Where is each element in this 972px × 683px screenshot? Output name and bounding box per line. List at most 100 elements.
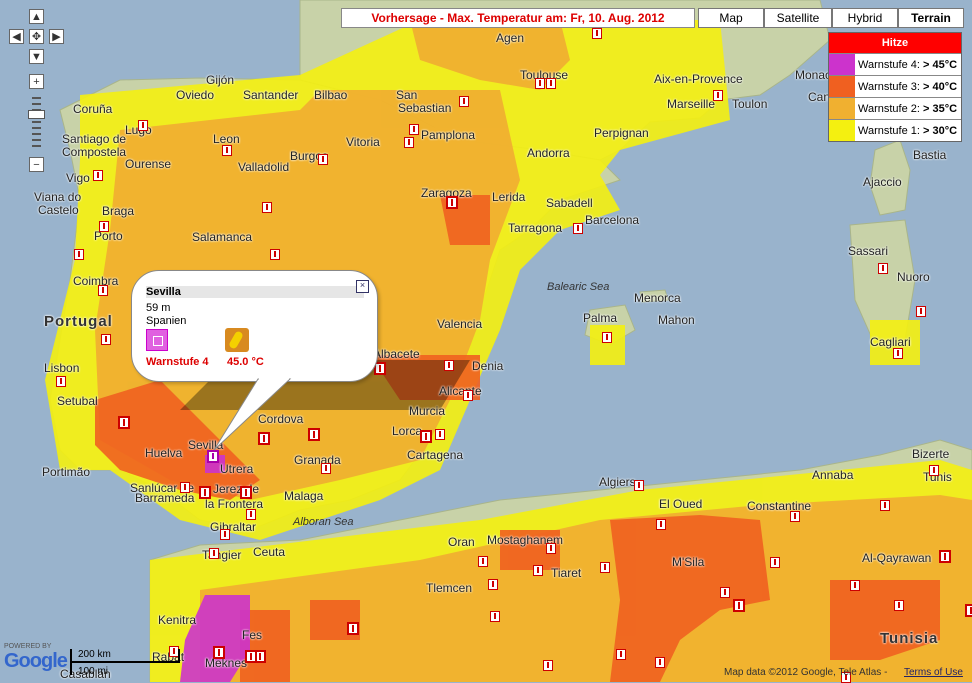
- temperature-marker-icon[interactable]: [409, 124, 419, 135]
- temperature-marker-icon[interactable]: [490, 611, 500, 622]
- map-type-terrain-button[interactable]: Terrain: [898, 8, 964, 28]
- pan-right-icon[interactable]: ▶: [49, 29, 64, 44]
- temperature-marker-icon[interactable]: [488, 579, 498, 590]
- temperature-marker-icon[interactable]: [478, 556, 488, 567]
- close-icon[interactable]: ×: [356, 280, 369, 293]
- pan-down-icon[interactable]: ▼: [29, 49, 44, 64]
- place-label: Marseille: [667, 97, 716, 111]
- map-type-map-button[interactable]: Map: [698, 8, 764, 28]
- zoom-slider-track[interactable]: [30, 95, 43, 155]
- temperature-marker-icon[interactable]: [634, 480, 644, 491]
- temperature-marker-icon[interactable]: [240, 486, 252, 499]
- temperature-marker-icon[interactable]: [180, 482, 190, 493]
- place-label: Malaga: [284, 489, 324, 503]
- temperature-marker-icon[interactable]: [220, 529, 230, 540]
- temperature-marker-icon[interactable]: [733, 599, 745, 612]
- temperature-marker-icon[interactable]: [98, 285, 108, 296]
- temperature-marker-icon[interactable]: [655, 657, 665, 668]
- temperature-marker-icon[interactable]: [209, 548, 219, 559]
- temperature-marker-icon[interactable]: [222, 145, 232, 156]
- temperature-marker-icon[interactable]: [965, 604, 972, 617]
- temperature-marker-icon[interactable]: [533, 565, 543, 576]
- temperature-marker-icon[interactable]: [246, 509, 256, 520]
- temperature-marker-icon[interactable]: [880, 500, 890, 511]
- place-label: Bilbao: [314, 88, 348, 102]
- pan-center-icon[interactable]: ✥: [29, 29, 44, 44]
- temperature-marker-icon[interactable]: [213, 646, 225, 659]
- place-label: Kenitra: [158, 613, 197, 627]
- place-label: Ajaccio: [863, 175, 902, 189]
- temperature-marker-icon[interactable]: [308, 428, 320, 441]
- temperature-marker-icon[interactable]: [262, 202, 272, 213]
- temperature-marker-icon[interactable]: [894, 600, 904, 611]
- temperature-marker-icon[interactable]: [656, 519, 666, 530]
- temperature-marker-icon[interactable]: [99, 221, 109, 232]
- info-country: Spanien: [146, 315, 187, 327]
- temperature-marker-icon[interactable]: [850, 580, 860, 591]
- zoom-out-button[interactable]: −: [29, 157, 44, 172]
- temperature-marker-icon[interactable]: [720, 587, 730, 598]
- temperature-marker-icon[interactable]: [893, 348, 903, 359]
- zoom-in-button[interactable]: +: [29, 74, 44, 89]
- temperature-marker-icon[interactable]: [790, 511, 800, 522]
- temperature-marker-icon[interactable]: [939, 550, 951, 563]
- temperature-marker-icon[interactable]: [713, 90, 723, 101]
- temperature-marker-icon[interactable]: [535, 78, 545, 89]
- terms-link[interactable]: Terms of Use: [904, 667, 963, 678]
- place-label: San: [396, 88, 418, 102]
- temperature-marker-icon[interactable]: [270, 249, 280, 260]
- temperature-marker-icon[interactable]: [93, 170, 103, 181]
- temperature-marker-icon[interactable]: [446, 196, 458, 209]
- temperature-marker-icon[interactable]: [404, 137, 414, 148]
- temperature-marker-icon[interactable]: [546, 78, 556, 89]
- temperature-marker-icon[interactable]: [420, 430, 432, 443]
- temperature-marker-icon[interactable]: [463, 390, 473, 401]
- place-label: M'Sila: [672, 555, 705, 569]
- temperature-marker-icon[interactable]: [616, 649, 626, 660]
- place-label: Braga: [102, 204, 135, 218]
- temperature-marker-icon[interactable]: [444, 360, 454, 371]
- place-label: Murcia: [409, 404, 446, 418]
- temperature-marker-icon[interactable]: [543, 660, 553, 671]
- temperature-marker-icon[interactable]: [770, 557, 780, 568]
- zoom-slider-handle[interactable]: [28, 110, 45, 119]
- temperature-marker-icon[interactable]: [321, 463, 331, 474]
- temperature-marker-icon[interactable]: [916, 306, 926, 317]
- temperature-marker-icon[interactable]: [118, 416, 130, 429]
- place-label: Perpignan: [594, 126, 649, 140]
- temperature-marker-icon[interactable]: [199, 486, 211, 499]
- pan-up-icon[interactable]: ▲: [29, 9, 44, 24]
- temperature-marker-icon[interactable]: [245, 650, 257, 663]
- temperature-marker-icon[interactable]: [573, 223, 583, 234]
- temperature-marker-icon[interactable]: [602, 332, 612, 343]
- temperature-marker-icon[interactable]: [592, 28, 602, 39]
- map-type-satellite-button[interactable]: Satellite: [764, 8, 832, 28]
- place-label: El Oued: [659, 497, 703, 511]
- place-label: Nuoro: [897, 270, 930, 284]
- temperature-marker-icon[interactable]: [207, 450, 219, 463]
- sea-label: Alboran Sea: [293, 516, 354, 528]
- temperature-marker-icon[interactable]: [258, 432, 270, 445]
- temperature-marker-icon[interactable]: [929, 465, 939, 476]
- temperature-marker-icon[interactable]: [74, 249, 84, 260]
- temperature-marker-icon[interactable]: [459, 96, 469, 107]
- temperature-marker-icon[interactable]: [56, 376, 66, 387]
- place-label: Al-Qayrawan: [862, 551, 932, 565]
- temperature-marker-icon[interactable]: [546, 543, 556, 554]
- heat-legend: Hitze Warnstufe 4: > 45°C Warnstufe 3: >…: [828, 32, 962, 142]
- temperature-marker-icon[interactable]: [101, 334, 111, 345]
- temperature-marker-icon[interactable]: [138, 120, 148, 131]
- google-logo[interactable]: Google: [4, 650, 68, 673]
- temperature-marker-icon[interactable]: [435, 429, 445, 440]
- place-label: Santiago de: [62, 132, 127, 146]
- temperature-marker-icon[interactable]: [878, 263, 888, 274]
- powered-by-label: POWERED BY: [4, 643, 52, 650]
- temperature-marker-icon[interactable]: [600, 562, 610, 573]
- temperature-marker-icon[interactable]: [318, 154, 328, 165]
- place-label: Vigo: [66, 171, 90, 185]
- temperature-marker-icon[interactable]: [347, 622, 359, 635]
- map-type-hybrid-button[interactable]: Hybrid: [832, 8, 898, 28]
- legend-label: Warnstufe 4: > 45°C: [858, 58, 958, 71]
- place-label: Castelo: [38, 203, 79, 217]
- pan-left-icon[interactable]: ◀: [9, 29, 24, 44]
